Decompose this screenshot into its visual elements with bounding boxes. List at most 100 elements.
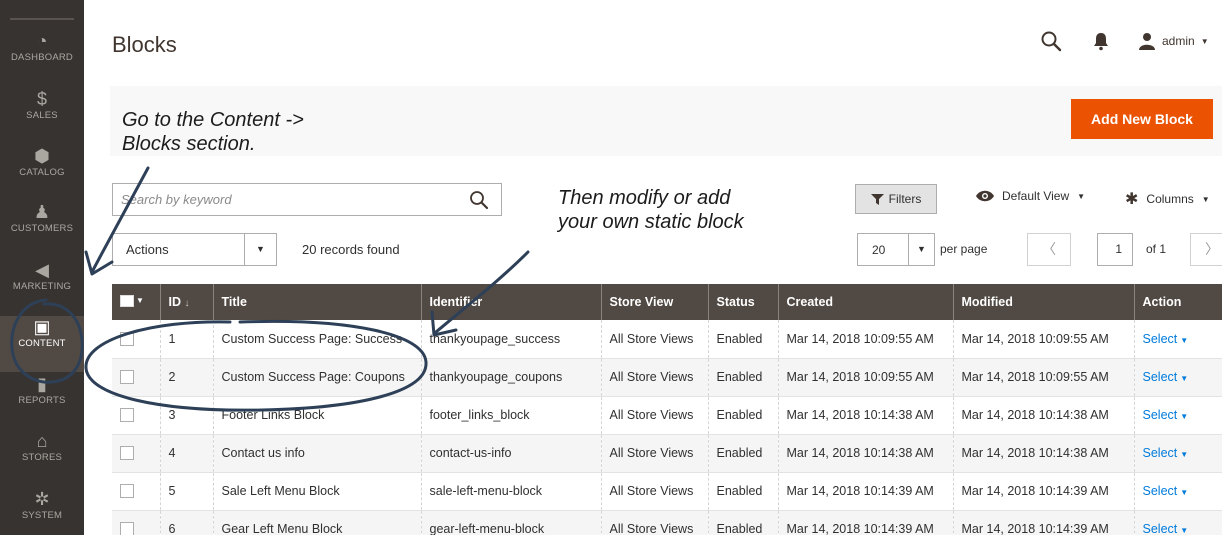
chevron-down-icon: ▼ <box>1077 191 1086 201</box>
sidebar-item-catalog[interactable]: ⬢ CATALOG <box>0 145 84 201</box>
column-header-identifier[interactable]: Identifier <box>420 284 601 320</box>
row-checkbox[interactable] <box>120 370 134 385</box>
chevron-down-icon: ▼ <box>1201 194 1210 204</box>
cell-title: Gear Left Menu Block <box>212 510 421 535</box>
cell-id: 2 <box>159 358 213 397</box>
search-input[interactable] <box>121 184 461 215</box>
cell-created: Mar 14, 2018 10:09:55 AM <box>777 358 953 397</box>
annotation-step-1-text: Go to the Content -> Blocks section. <box>122 109 304 155</box>
row-checkbox[interactable] <box>120 332 134 347</box>
cell-status: Enabled <box>707 358 778 397</box>
grid-body: 1 Custom Success Page: Success thankyoupag… <box>112 320 1222 535</box>
cell-action: Select ▼ <box>1133 320 1222 359</box>
mass-actions-select[interactable]: Actions ▼ <box>112 233 277 266</box>
row-action-select[interactable]: Select ▼ <box>1143 484 1189 498</box>
row-action-label: Select <box>1142 446 1178 460</box>
column-header-created[interactable]: Created <box>777 284 953 320</box>
table-row[interactable]: 4 Contact us info contact-us-info All Store… <box>112 434 1222 473</box>
bell-icon[interactable] <box>1092 31 1110 51</box>
column-header-modified[interactable]: Modified <box>952 284 1134 320</box>
dollar-icon: $ <box>36 89 47 109</box>
add-new-block-button[interactable]: Add New Block <box>1071 99 1213 139</box>
select-all-header[interactable]: ▼ <box>112 284 160 320</box>
blocks-grid: ▼ ID ↓ Title Identifier Store View Statu… <box>112 284 1222 535</box>
next-page-button[interactable]: 〉 <box>1190 233 1222 266</box>
per-page-select[interactable]: 20 ▼ <box>857 233 935 266</box>
sidebar-item-reports[interactable]: ▮ REPORTS <box>0 373 84 429</box>
columns-dropdown[interactable]: ✱ Columns ▼ <box>1125 189 1210 209</box>
row-checkbox-cell <box>112 320 160 359</box>
layout-icon: ▣ <box>33 317 51 337</box>
sidebar-item-stores[interactable]: ⌂ STORES <box>0 430 84 486</box>
row-action-select[interactable]: Select ▼ <box>1143 522 1189 535</box>
row-action-select[interactable]: Select ▼ <box>1143 408 1189 422</box>
annotation-step-2-text: Then modify or add your own static block <box>558 187 744 233</box>
sidebar-item-label: CUSTOMERS <box>10 223 74 234</box>
row-action-label: Select <box>1142 522 1178 535</box>
user-name: admin <box>1162 34 1195 48</box>
cell-store-view: All Store Views <box>600 320 708 359</box>
cell-store-view: All Store Views <box>600 472 708 511</box>
page-number-input[interactable]: 1 <box>1097 233 1133 266</box>
sidebar-item-system[interactable]: ✲ SYSTEM <box>0 488 84 535</box>
user-icon <box>1139 33 1155 50</box>
sidebar-item-customers[interactable]: ♟ CUSTOMERS <box>0 201 84 257</box>
funnel-icon <box>870 193 884 205</box>
column-header-store-view[interactable]: Store View <box>600 284 708 320</box>
sidebar-item-dashboard[interactable]: ◔ DASHBOARD <box>0 30 84 86</box>
row-checkbox[interactable] <box>120 446 134 461</box>
cell-created: Mar 14, 2018 10:14:38 AM <box>777 434 953 473</box>
dashboard-icon: ◔ <box>36 31 48 51</box>
cell-action: Select ▼ <box>1133 358 1222 397</box>
row-action-select[interactable]: Select ▼ <box>1143 446 1189 460</box>
chevron-right-icon: 〉 <box>1205 241 1219 257</box>
cell-modified: Mar 14, 2018 10:14:38 AM <box>952 434 1134 473</box>
sidebar-item-sales[interactable]: $ SALES <box>0 88 84 144</box>
row-checkbox[interactable] <box>120 522 134 535</box>
cell-modified: Mar 14, 2018 10:09:55 AM <box>952 320 1134 359</box>
sidebar-item-marketing[interactable]: ◀ MARKETING <box>0 259 84 315</box>
view-label: Default View <box>1002 189 1070 203</box>
column-header-status[interactable]: Status <box>707 284 778 320</box>
chevron-down-icon: ▼ <box>136 296 144 305</box>
filters-button[interactable]: Filters <box>855 184 937 214</box>
person-icon: ♟ <box>33 202 51 222</box>
table-row[interactable]: 5 Sale Left Menu Block sale-left-menu-bloc… <box>112 472 1222 511</box>
chevron-left-icon: 〈 <box>1042 241 1056 257</box>
cell-id: 5 <box>159 472 213 511</box>
gear-icon: ✱ <box>1125 191 1139 208</box>
table-row[interactable]: 1 Custom Success Page: Success thankyoupag… <box>112 320 1222 359</box>
table-row[interactable]: 3 Footer Links Block footer_links_block All… <box>112 396 1222 435</box>
row-checkbox[interactable] <box>120 484 134 499</box>
cell-id: 4 <box>159 434 213 473</box>
previous-page-button[interactable]: 〈 <box>1027 233 1071 266</box>
search-icon[interactable] <box>1040 30 1062 52</box>
row-checkbox[interactable] <box>120 408 134 423</box>
cell-identifier: sale-left-menu-block <box>420 472 601 511</box>
cell-id: 3 <box>159 396 213 435</box>
cell-action: Select ▼ <box>1133 510 1222 535</box>
table-row[interactable]: 6 Gear Left Menu Block gear-left-menu-bloc… <box>112 510 1222 535</box>
row-action-select[interactable]: Select ▼ <box>1143 370 1189 384</box>
cell-modified: Mar 14, 2018 10:09:55 AM <box>952 358 1134 397</box>
cell-store-view: All Store Views <box>600 434 708 473</box>
select-all-checkbox[interactable] <box>120 294 134 307</box>
row-action-label: Select <box>1142 484 1178 498</box>
column-header-title[interactable]: Title <box>212 284 421 320</box>
search-icon[interactable] <box>469 190 489 210</box>
view-dropdown[interactable]: Default View ▼ <box>976 189 1085 203</box>
sidebar-item-label: DASHBOARD <box>11 52 73 63</box>
column-header-id[interactable]: ID ↓ <box>159 284 213 320</box>
cell-identifier: thankyoupage_success <box>420 320 601 359</box>
cell-title: Custom Success Page: Coupons <box>212 358 421 397</box>
eye-icon <box>976 190 994 202</box>
cell-title: Footer Links Block <box>212 396 421 435</box>
sidebar-item-content[interactable]: ▣ CONTENT <box>0 316 84 372</box>
cell-title: Custom Success Page: Success <box>212 320 421 359</box>
keyword-search <box>112 183 502 216</box>
table-row[interactable]: 2 Custom Success Page: Coupons thankyoupag… <box>112 358 1222 397</box>
user-menu[interactable]: admin ▼ <box>1138 30 1209 52</box>
cell-created: Mar 14, 2018 10:14:39 AM <box>777 510 953 535</box>
megaphone-icon: ◀ <box>35 260 49 280</box>
row-action-select[interactable]: Select ▼ <box>1143 332 1189 346</box>
